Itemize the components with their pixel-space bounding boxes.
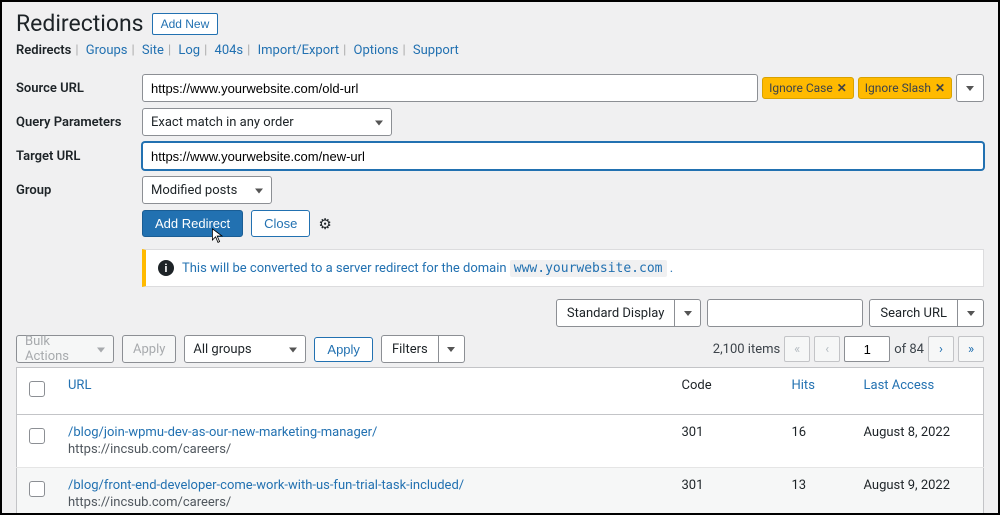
query-params-select[interactable]: Exact match in any order [142,108,392,136]
col-url[interactable]: URL [58,368,672,415]
source-url-input[interactable] [142,74,758,102]
tab-log[interactable]: Log [178,43,200,58]
group-label: Group [16,183,142,198]
select-value: Bulk Actions [25,334,89,364]
table-row: /blog/front-end-developer-come-work-with… [17,468,984,515]
source-url-label: Source URL [16,81,142,96]
target-url-label: Target URL [16,149,142,164]
query-params-label: Query Parameters [16,115,142,130]
select-value: Modified posts [151,183,237,198]
col-hits[interactable]: Hits [782,368,854,415]
flag-label: Ignore Case [769,81,833,95]
col-code: Code [672,368,782,415]
tab-groups[interactable]: Groups [86,43,128,58]
tab-import-export[interactable]: Import/Export [258,43,340,58]
page-of: of 84 [894,342,924,357]
page-first-button[interactable]: « [784,336,810,362]
page-next-button[interactable]: › [928,336,954,362]
pagination: 2,100 items « ‹ of 84 › » [713,336,984,362]
table-row: /blog/join-wpmu-dev-as-our-new-marketing… [17,415,984,468]
display-mode-select[interactable]: Standard Display [556,299,675,327]
row-code: 301 [672,415,782,468]
select-all-checkbox[interactable] [29,381,45,397]
group-filter-select[interactable]: All groups [184,335,306,363]
row-target-url: https://incsub.com/careers/ [68,442,662,457]
flag-ignore-slash[interactable]: Ignore Slash ✕ [858,77,952,99]
group-select[interactable]: Modified posts [142,176,272,204]
total-items: 2,100 items [713,342,780,357]
row-checkbox[interactable] [29,481,45,497]
chevron-down-icon [684,311,692,316]
target-url-input[interactable] [142,142,984,170]
search-input[interactable] [707,299,863,327]
filters-chevron[interactable] [439,335,465,363]
chevron-down-icon [966,86,974,91]
server-redirect-notice: i This will be converted to a server red… [142,249,984,287]
chevron-down-icon [447,347,455,352]
page-prev-button[interactable]: ‹ [814,336,840,362]
notice-text: This will be converted to a server redir… [182,261,510,276]
row-checkbox[interactable] [29,428,45,444]
close-button[interactable]: Close [251,210,310,237]
bulk-apply-button[interactable]: Apply [122,335,176,363]
notice-text-after: . [670,261,673,276]
add-new-button[interactable]: Add New [152,13,219,35]
page-current-input[interactable] [844,336,890,362]
redirects-table: URL Code Hits Last Access /blog/join-wpm… [16,367,984,515]
page-title: Redirections [16,10,144,37]
chevron-down-icon [967,311,975,316]
row-target-url: https://incsub.com/careers/ [68,495,662,510]
notice-domain: www.yourwebsite.com [510,260,667,277]
search-url-button[interactable]: Search URL [869,299,958,327]
row-code: 301 [672,468,782,515]
add-redirect-button[interactable]: Add Redirect [142,210,243,237]
filter-apply-button[interactable]: Apply [314,337,373,362]
row-hits: 16 [782,415,854,468]
close-icon[interactable]: ✕ [935,81,945,95]
display-mode-chevron[interactable] [675,299,701,327]
tab-site[interactable]: Site [142,43,164,58]
flag-ignore-case[interactable]: Ignore Case ✕ [762,77,854,99]
bulk-actions-select[interactable]: Bulk Actions [16,335,114,363]
gear-icon[interactable]: ⚙ [318,215,331,233]
row-source-url[interactable]: /blog/join-wpmu-dev-as-our-new-marketing… [68,425,662,440]
flag-label: Ignore Slash [865,81,931,95]
select-value: All groups [193,342,251,357]
row-hits: 13 [782,468,854,515]
tab-redirects[interactable]: Redirects [16,43,71,58]
tabs: Redirects| Groups| Site| Log| 404s| Impo… [16,43,984,58]
filters-button[interactable]: Filters [381,335,439,363]
flag-options-dropdown[interactable] [956,74,984,102]
info-icon: i [158,260,174,276]
col-last[interactable]: Last Access [854,368,984,415]
close-icon[interactable]: ✕ [837,81,847,95]
page-last-button[interactable]: » [958,336,984,362]
tab-options[interactable]: Options [354,43,399,58]
tab-404s[interactable]: 404s [215,43,244,58]
row-last: August 8, 2022 [854,415,984,468]
search-type-chevron[interactable] [958,299,984,327]
row-source-url[interactable]: /blog/front-end-developer-come-work-with… [68,478,662,493]
select-value: Exact match in any order [151,115,294,130]
tab-support[interactable]: Support [413,43,459,58]
row-last: August 9, 2022 [854,468,984,515]
